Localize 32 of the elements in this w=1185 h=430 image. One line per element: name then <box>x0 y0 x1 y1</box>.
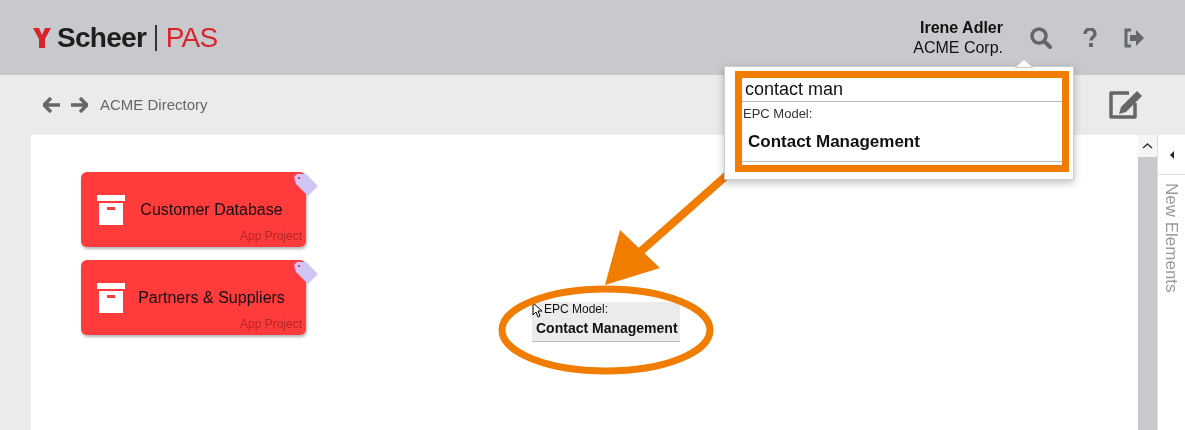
archive-box-icon <box>97 282 125 313</box>
product-name: PAS <box>165 20 218 55</box>
project-card[interactable]: Partners & Suppliers App Project <box>81 260 306 335</box>
card-type: App Project <box>239 316 302 333</box>
mouse-cursor-icon <box>532 302 542 318</box>
search-result[interactable]: EPC Model: Contact Management <box>742 102 1062 162</box>
back-arrow-icon[interactable] <box>43 97 61 113</box>
logo-text: Scheer <box>57 20 147 55</box>
card-title: Customer Database <box>139 199 284 220</box>
item-name: Contact Management <box>536 319 679 338</box>
card-title: Partners & Suppliers <box>137 287 286 308</box>
search-icon[interactable] <box>1029 25 1053 50</box>
result-type: EPC Model: <box>742 106 813 122</box>
help-icon[interactable] <box>1083 27 1097 48</box>
search-field[interactable]: contact man <box>742 78 1062 102</box>
project-card[interactable]: Customer Database App Project <box>81 172 306 247</box>
forward-arrow-icon[interactable] <box>70 97 88 113</box>
logo-icon <box>33 27 51 48</box>
item-type: EPC Model: <box>544 302 610 316</box>
user-name: Irene Adler <box>920 17 1003 38</box>
panel-title: New Elements <box>1161 183 1183 293</box>
tag-icon <box>293 261 319 287</box>
card-type: App Project <box>239 228 302 245</box>
result-name: Contact Management <box>747 132 920 152</box>
company-name: ACME Corp. <box>913 37 1003 58</box>
archive-box-icon <box>97 194 125 225</box>
page-title: ACME Directory <box>100 94 208 115</box>
logout-icon[interactable] <box>1123 27 1145 48</box>
dragged-item[interactable]: EPC Model: Contact Management <box>532 302 680 342</box>
tag-icon <box>293 173 319 199</box>
edit-icon[interactable] <box>1107 89 1145 121</box>
scroll-up-icon[interactable] <box>1138 135 1157 157</box>
